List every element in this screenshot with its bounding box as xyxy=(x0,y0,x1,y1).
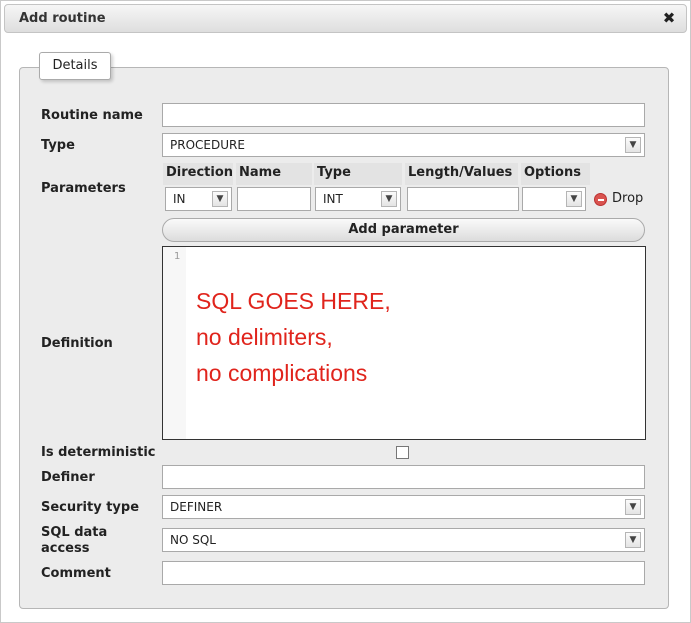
comment-input[interactable] xyxy=(162,561,645,585)
fieldset-legend: Details xyxy=(39,52,111,80)
chevron-down-icon: ▼ xyxy=(566,191,582,207)
dialog-titlebar: Add routine ✖ xyxy=(4,4,687,33)
editor-text: SQL GOES HERE, no delimiters, no complic… xyxy=(196,283,391,391)
security-type-value: DEFINER xyxy=(170,500,223,514)
chevron-down-icon: ▼ xyxy=(381,191,397,207)
param-direction-value: IN xyxy=(173,192,186,206)
param-header-options: Options xyxy=(521,163,590,185)
type-select[interactable]: PROCEDURE ▼ xyxy=(162,133,645,157)
routine-name-label: Routine name xyxy=(41,108,143,123)
line-number: 1 xyxy=(174,251,181,262)
param-header-name: Name xyxy=(236,163,312,185)
param-type-value: INT xyxy=(323,192,343,206)
parameters-label: Parameters xyxy=(41,181,126,196)
chevron-down-icon: ▼ xyxy=(625,532,641,548)
drop-link[interactable]: Drop xyxy=(612,191,643,206)
definer-label: Definer xyxy=(41,470,95,485)
close-icon[interactable]: ✖ xyxy=(661,10,677,26)
param-name-input[interactable] xyxy=(237,187,311,211)
type-label: Type xyxy=(41,138,75,153)
routine-name-input[interactable] xyxy=(162,103,645,127)
type-select-value: PROCEDURE xyxy=(170,138,245,152)
chevron-down-icon: ▼ xyxy=(212,191,228,207)
drop-icon[interactable] xyxy=(594,193,607,206)
is-deterministic-label: Is deterministic xyxy=(41,445,156,460)
definition-editor[interactable]: 1 SQL GOES HERE, no delimiters, no compl… xyxy=(162,246,646,440)
param-length-input[interactable] xyxy=(407,187,519,211)
chevron-down-icon: ▼ xyxy=(625,137,641,153)
editor-line: no delimiters, xyxy=(196,324,333,350)
param-direction-select[interactable]: IN ▼ xyxy=(165,187,232,211)
sql-data-access-select[interactable]: NO SQL ▼ xyxy=(162,528,645,552)
param-type-select[interactable]: INT ▼ xyxy=(315,187,401,211)
definer-input[interactable] xyxy=(162,465,645,489)
param-header-direction: Direction xyxy=(163,163,233,185)
editor-line: SQL GOES HERE, xyxy=(196,288,391,314)
param-header-length: Length/Values xyxy=(405,163,518,185)
security-type-label: Security type xyxy=(41,500,140,515)
sql-data-access-label-line1: SQL data xyxy=(41,525,108,540)
editor-gutter: 1 xyxy=(163,247,186,439)
security-type-select[interactable]: DEFINER ▼ xyxy=(162,495,645,519)
param-options-select[interactable]: ▼ xyxy=(522,187,586,211)
is-deterministic-checkbox[interactable] xyxy=(396,446,409,459)
sql-data-access-label-line2: access xyxy=(41,541,90,556)
chevron-down-icon: ▼ xyxy=(625,499,641,515)
param-header-type: Type xyxy=(314,163,402,185)
add-parameter-button[interactable]: Add parameter xyxy=(162,218,645,242)
comment-label: Comment xyxy=(41,566,111,581)
sql-data-access-value: NO SQL xyxy=(170,533,216,547)
dialog-title: Add routine xyxy=(19,11,106,26)
definition-label: Definition xyxy=(41,336,113,351)
editor-line: no complications xyxy=(196,360,368,386)
